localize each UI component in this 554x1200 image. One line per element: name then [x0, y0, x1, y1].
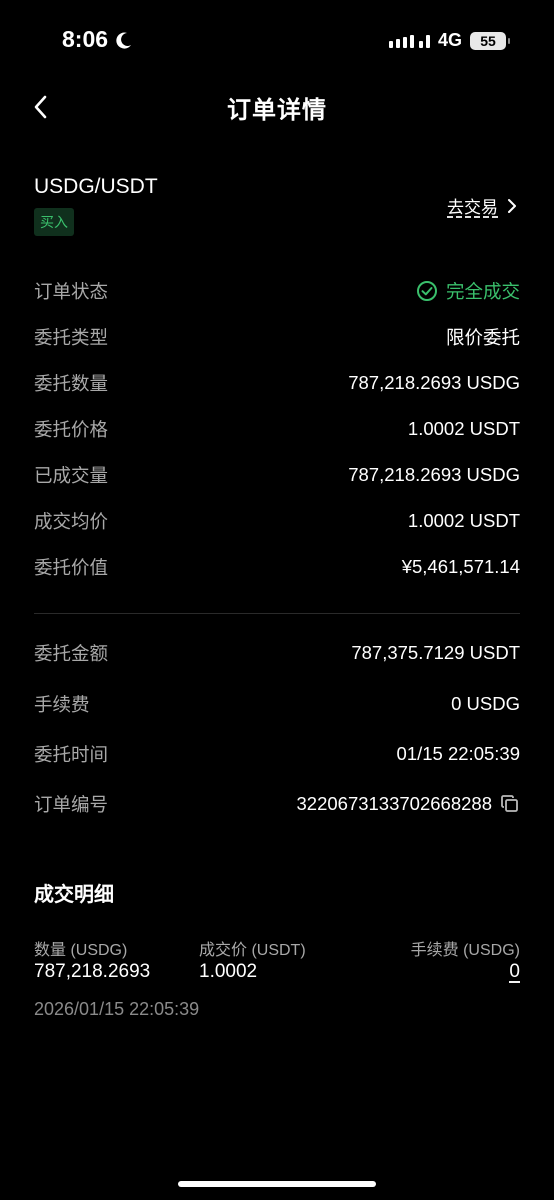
trading-pair: USDG/USDT [34, 175, 158, 198]
battery-icon: 55 [470, 31, 510, 50]
page-title: 订单详情 [227, 97, 327, 124]
detail-row-avg-price: 成交均价 1.0002 USDT [34, 508, 520, 534]
status-bar-right: 4G 55 [388, 30, 510, 51]
detail-row-order-id: 订单编号 3220673133702668288 [34, 791, 520, 817]
copy-icon[interactable] [500, 794, 520, 814]
clock: 8:06 [62, 26, 109, 52]
detail-row-fee: 手续费 0 USDG [34, 691, 520, 717]
detail-row-order-time: 委托时间 01/15 22:05:39 [34, 741, 520, 767]
detail-label: 委托价值 [34, 557, 109, 578]
detail-row-order-amount: 委托金额 787,375.7129 USDT [34, 640, 520, 666]
detail-value: 1.0002 USDT [407, 418, 520, 439]
detail-value: 限价委托 [445, 327, 520, 348]
order-status-text: 完全成交 [445, 281, 520, 302]
section-title-fills: 成交明细 [34, 884, 114, 906]
fill-price: 1.0002 [199, 961, 258, 982]
detail-label: 成交均价 [34, 511, 109, 532]
column-header-fee: 手续费 (USDG) [410, 942, 520, 959]
detail-value: ¥5,461,571.14 [401, 556, 520, 577]
check-circle-icon [416, 281, 437, 301]
detail-label: 委托价格 [34, 419, 109, 440]
detail-label: 手续费 [34, 694, 90, 715]
column-header-qty: 数量 (USDG) [34, 942, 128, 959]
detail-label: 委托金额 [34, 643, 109, 664]
status-bar-time: 8:06 [62, 26, 134, 53]
divider [34, 613, 520, 614]
signal-icon [388, 34, 430, 48]
detail-label: 订单状态 [34, 281, 109, 302]
detail-row-order-price: 委托价格 1.0002 USDT [34, 416, 520, 442]
home-indicator[interactable] [178, 1181, 376, 1187]
moon-icon [116, 32, 132, 49]
detail-label: 委托类型 [34, 327, 109, 348]
order-id-value: 3220673133702668288 [297, 793, 521, 815]
detail-label: 委托时间 [34, 744, 109, 765]
chevron-right-icon [508, 198, 516, 213]
network-type: 4G [437, 30, 462, 50]
detail-row-order-value: 委托价值 ¥5,461,571.14 [34, 554, 520, 580]
fill-time: 2026/01/15 22:05:39 [34, 999, 200, 1019]
detail-value: 787,375.7129 USDT [351, 642, 520, 663]
column-header-price: 成交价 (USDT) [199, 942, 306, 959]
detail-value: 787,218.2693 USDG [348, 464, 520, 485]
battery-level: 55 [480, 32, 496, 49]
detail-row-status: 订单状态 完全成交 [34, 278, 520, 304]
detail-value: 787,218.2693 USDG [348, 372, 520, 393]
order-status-value: 完全成交 [416, 278, 520, 304]
detail-row-filled-qty: 已成交量 787,218.2693 USDG [34, 462, 520, 488]
detail-label: 委托数量 [34, 373, 109, 394]
detail-row-order-qty: 委托数量 787,218.2693 USDG [34, 370, 520, 396]
detail-label: 订单编号 [34, 794, 109, 815]
detail-value: 1.0002 USDT [407, 510, 520, 531]
fill-qty: 787,218.2693 [34, 961, 151, 982]
detail-value: 01/15 22:05:39 [396, 743, 520, 764]
detail-value: 0 USDG [451, 693, 520, 714]
side-badge: 买入 [34, 208, 74, 236]
fill-fee[interactable]: 0 [509, 961, 520, 983]
go-trade-link[interactable]: 去交易 [447, 193, 518, 218]
detail-label: 已成交量 [34, 465, 109, 486]
detail-row-order-type: 委托类型 限价委托 [34, 324, 520, 350]
go-trade-label: 去交易 [447, 198, 498, 217]
order-id-text: 3220673133702668288 [296, 793, 493, 814]
